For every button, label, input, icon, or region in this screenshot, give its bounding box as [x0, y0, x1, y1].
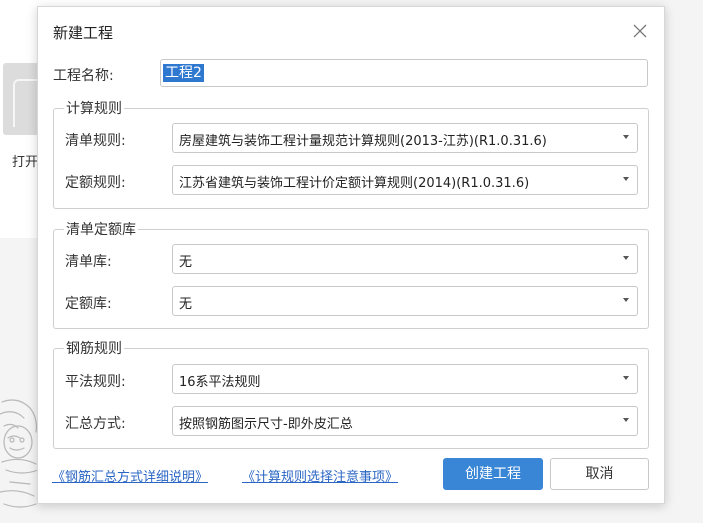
- summary-method-label: 汇总方式:: [65, 416, 126, 432]
- project-name-label: 工程名称:: [53, 68, 114, 84]
- chevron-down-icon: [623, 177, 629, 181]
- chevron-down-icon: [623, 298, 629, 302]
- quota-library-title: 清单定额库: [64, 219, 138, 239]
- rebar-summary-help-link[interactable]: 《钢筋汇总方式详细说明》: [52, 466, 208, 485]
- create-project-button[interactable]: 创建工程: [443, 458, 543, 490]
- bill-rule-select[interactable]: 房屋建筑与装饰工程计量规范计算规则(2013-江苏)(R1.0.31.6): [172, 123, 638, 153]
- close-icon[interactable]: [630, 21, 650, 41]
- quota-rule-select[interactable]: 江苏省建筑与装饰工程计价定额计算规则(2014)(R1.0.31.6): [172, 165, 638, 195]
- quota-library-value: 无: [179, 297, 193, 312]
- chevron-down-icon: [623, 418, 629, 422]
- quota-library-select[interactable]: 无: [172, 286, 638, 316]
- project-name-input[interactable]: 工程2: [160, 59, 648, 87]
- folder-icon: [13, 79, 39, 127]
- cancel-button[interactable]: 取消: [550, 458, 649, 490]
- quota-rule-value: 江苏省建筑与装饰工程计价定额计算规则(2014)(R1.0.31.6): [179, 176, 530, 191]
- bill-library-value: 无: [179, 255, 193, 270]
- quota-library-label: 定额库:: [65, 296, 112, 312]
- project-name-value: 工程2: [163, 64, 204, 82]
- rebar-rules-group: 钢筋规则 平法规则: 16系平法规则 汇总方式: 按照钢筋图示尺寸-即外皮汇总: [53, 338, 649, 449]
- calc-rules-group: 计算规则 清单规则: 房屋建筑与装饰工程计量规范计算规则(2013-江苏)(R1…: [53, 98, 649, 209]
- summary-method-select[interactable]: 按照钢筋图示尺寸-即外皮汇总: [172, 406, 638, 436]
- quota-rule-label: 定额规则:: [65, 175, 126, 191]
- chevron-down-icon: [623, 135, 629, 139]
- flat-method-rule-select[interactable]: 16系平法规则: [172, 364, 638, 394]
- bill-library-select[interactable]: 无: [172, 244, 638, 274]
- rebar-rules-title: 钢筋规则: [64, 338, 124, 358]
- calc-rules-title: 计算规则: [64, 98, 124, 118]
- dialog-title: 新建工程: [53, 24, 114, 42]
- flat-method-rule-label: 平法规则:: [65, 374, 126, 390]
- chevron-down-icon: [623, 376, 629, 380]
- calc-rule-notes-link[interactable]: 《计算规则选择注意事项》: [242, 466, 398, 485]
- quota-library-group: 清单定额库 清单库: 无 定额库: 无: [53, 219, 649, 329]
- bill-rule-value: 房屋建筑与装饰工程计量规范计算规则(2013-江苏)(R1.0.31.6): [179, 134, 547, 149]
- summary-method-value: 按照钢筋图示尺寸-即外皮汇总: [179, 417, 353, 432]
- chevron-down-icon: [623, 256, 629, 260]
- bill-library-label: 清单库:: [65, 254, 112, 270]
- flat-method-rule-value: 16系平法规则: [179, 375, 261, 390]
- new-project-dialog: 新建工程 工程名称: 工程2 计算规则 清单规则: 房屋建筑与装饰工程计量规范计…: [37, 6, 665, 504]
- open-project-label: 打开: [12, 155, 39, 170]
- bill-rule-label: 清单规则:: [65, 133, 126, 149]
